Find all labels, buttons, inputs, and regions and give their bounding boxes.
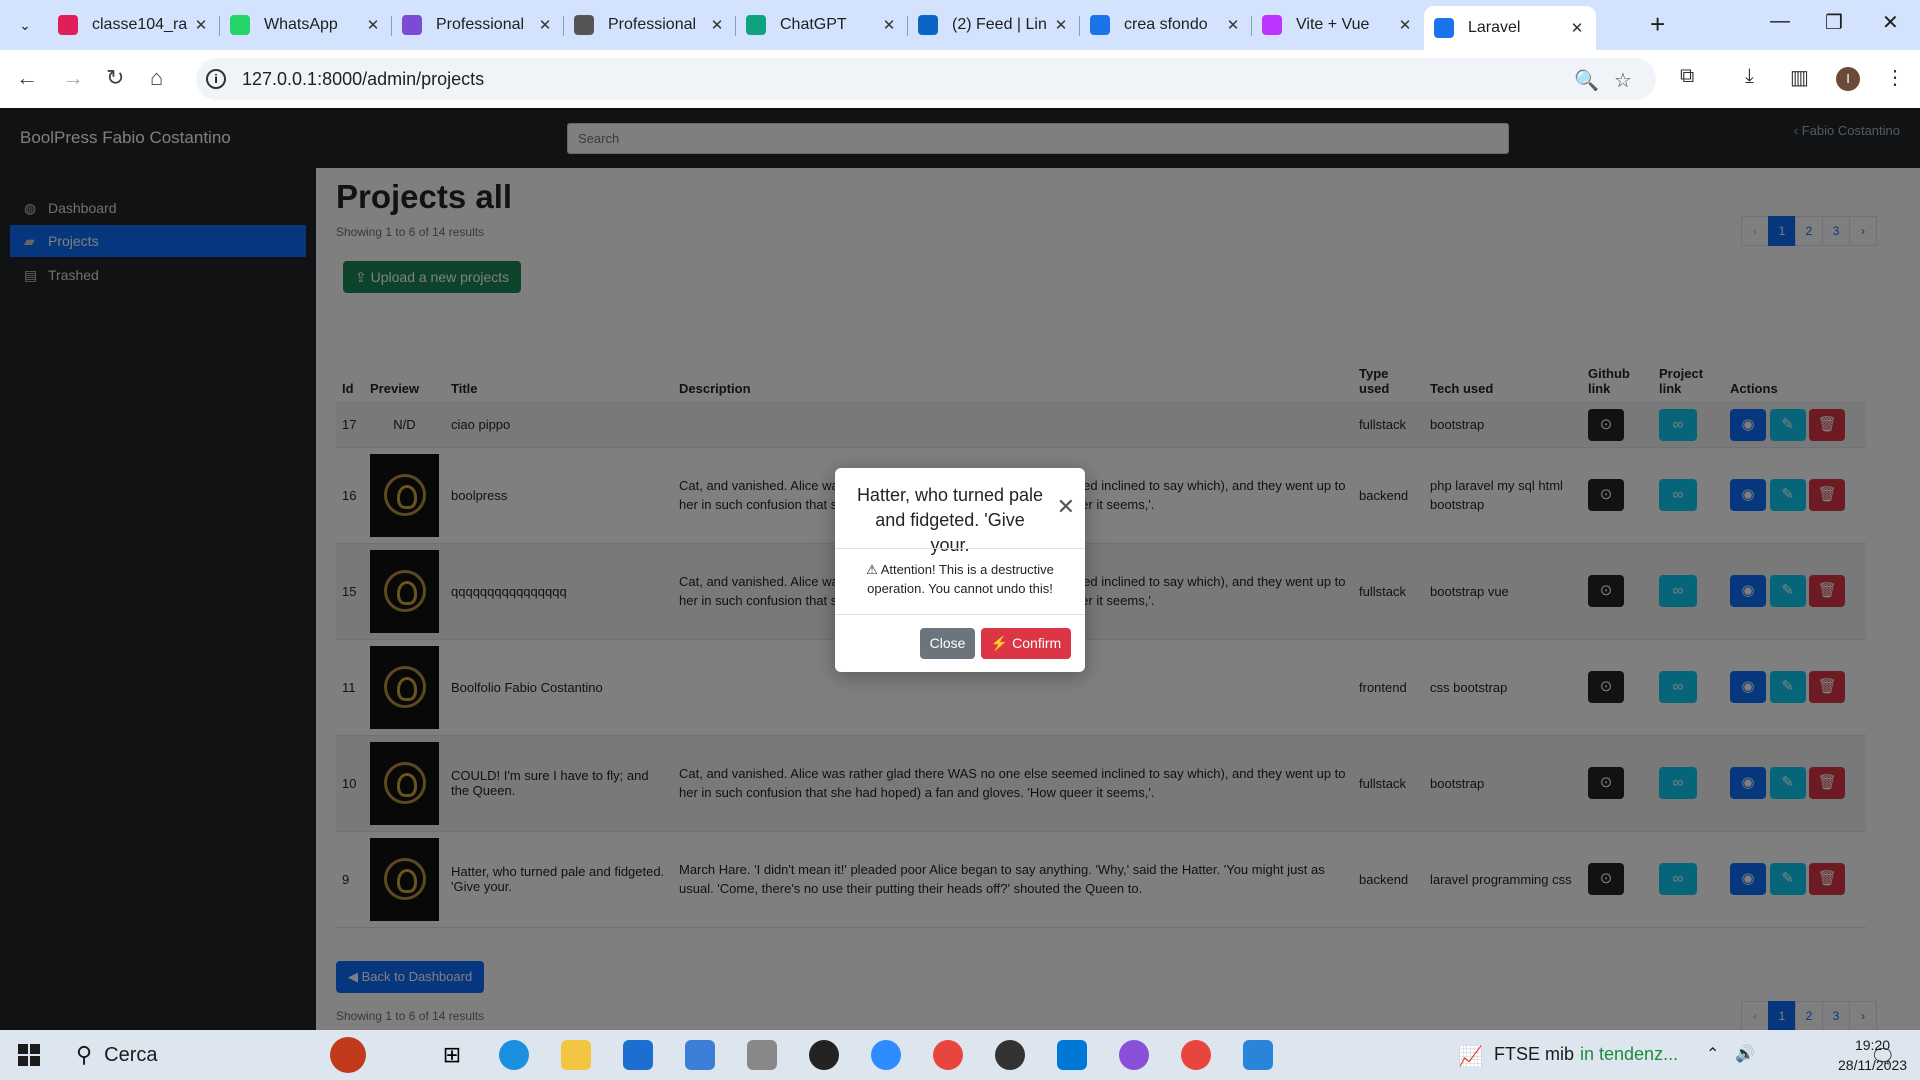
photos-icon[interactable] — [1243, 1040, 1273, 1070]
notifications-icon[interactable]: 🗨 — [1870, 1044, 1895, 1069]
github-desktop-icon[interactable] — [995, 1040, 1025, 1070]
back-arrow-icon[interactable]: ← — [16, 65, 38, 91]
browser-tab[interactable]: crea sfondo ✕ — [1080, 8, 1252, 42]
browser-tab[interactable]: Professional ✕ — [564, 8, 736, 42]
tab-title: WhatsApp — [264, 16, 338, 33]
divider — [835, 614, 1085, 615]
chart-trend-icon[interactable]: 📈 — [1458, 1044, 1483, 1069]
restore-button[interactable]: ❐ — [1825, 10, 1843, 35]
mail-icon[interactable] — [685, 1040, 715, 1070]
search-icon — [1090, 15, 1110, 35]
side-panel-icon[interactable]: ▥ — [1790, 65, 1809, 90]
tab-search-button[interactable]: ⌄ — [8, 10, 42, 40]
microphone-app-icon[interactable] — [747, 1040, 777, 1070]
web-page: BoolPress Fabio Costantino Search ‹ Fabi… — [0, 108, 1920, 1030]
linkedin-icon — [918, 15, 938, 35]
store-icon[interactable] — [623, 1040, 653, 1070]
taskbar-search-label: Cerca — [104, 1043, 158, 1066]
volume-icon[interactable]: 🔊 — [1735, 1044, 1755, 1064]
minimize-button[interactable]: — — [1770, 10, 1790, 33]
slack-icon — [58, 15, 78, 35]
tab-close-icon[interactable]: ✕ — [1052, 16, 1070, 34]
tab-close-icon[interactable]: ✕ — [536, 16, 554, 34]
vscode-icon[interactable] — [1057, 1040, 1087, 1070]
app-icon — [402, 15, 422, 35]
browser-tab[interactable]: Laravel ✕ — [1424, 6, 1596, 50]
close-button[interactable]: Close — [920, 628, 975, 659]
ticker-name[interactable]: FTSE mib — [1494, 1044, 1574, 1065]
tab-title: classe104_ra — [92, 16, 188, 33]
address-bar[interactable]: i 127.0.0.1:8000/admin/projects 🔍 ☆ — [196, 58, 1656, 100]
delete-confirm-modal: Hatter, who turned pale and fidgeted. 'G… — [835, 468, 1085, 672]
planet-widget-icon[interactable] — [330, 1037, 366, 1073]
bookmark-star-icon[interactable]: ☆ — [1614, 68, 1632, 93]
browser-tab[interactable]: (2) Feed | Lin ✕ — [908, 8, 1080, 42]
task-view-icon[interactable]: ⊞ — [437, 1040, 467, 1070]
close-window-button[interactable]: ✕ — [1882, 10, 1899, 35]
modal-title: Hatter, who turned pale and fidgeted. 'G… — [856, 485, 1044, 555]
vite-icon — [1262, 15, 1282, 35]
ticker-status[interactable]: in tendenz... — [1580, 1044, 1678, 1065]
url-text: 127.0.0.1:8000/admin/projects — [242, 69, 485, 89]
globe-icon — [574, 15, 594, 35]
reload-icon[interactable]: ↻ — [106, 65, 124, 91]
tab-close-icon[interactable]: ✕ — [1396, 16, 1414, 34]
tab-close-icon[interactable]: ✕ — [880, 16, 898, 34]
chrome-icon[interactable] — [933, 1040, 963, 1070]
windows-start-icon[interactable] — [18, 1044, 40, 1066]
tab-title: Vite + Vue — [1296, 16, 1370, 33]
tab-title: Professional — [608, 16, 697, 33]
confirm-label: Confirm — [1012, 635, 1062, 651]
site-info-icon[interactable]: i — [206, 69, 226, 89]
home-icon[interactable]: ⌂ — [150, 65, 163, 91]
zoom-app-icon[interactable] — [871, 1040, 901, 1070]
tab-title: crea sfondo — [1124, 16, 1208, 33]
tab-close-icon[interactable]: ✕ — [364, 16, 382, 34]
edge-icon[interactable] — [499, 1040, 529, 1070]
laravel-icon — [1434, 18, 1454, 38]
browser-tab[interactable]: WhatsApp ✕ — [220, 8, 392, 42]
browser-tab[interactable]: ChatGPT ✕ — [736, 8, 908, 42]
tab-title: ChatGPT — [780, 16, 847, 33]
tab-strip: ⌄ classe104_ra ✕ WhatsApp ✕ Professional ✕ Pro… — [0, 0, 1920, 50]
modal-body: ⚠ Attention! This is a destructive opera… — [850, 560, 1070, 598]
tab-title: Laravel — [1468, 19, 1521, 36]
tab-close-icon[interactable]: ✕ — [1224, 16, 1242, 34]
extensions-icon[interactable]: ⧉ — [1680, 65, 1694, 88]
download-icon[interactable]: ⤓ — [1745, 65, 1754, 88]
warning-icon: ⚠ — [866, 562, 881, 577]
windows-taskbar: ⚲ Cerca ⊞ 📈 FTSE mib in tendenz... ⌃ 🔊 19… — [0, 1030, 1920, 1080]
tab-close-icon[interactable]: ✕ — [192, 16, 210, 34]
tab-close-icon[interactable]: ✕ — [708, 16, 726, 34]
browser-tab[interactable]: Professional ✕ — [392, 8, 564, 42]
whatsapp-icon — [230, 15, 250, 35]
profile-avatar[interactable]: I — [1836, 67, 1860, 91]
modal-message: Attention! This is a destructive operati… — [867, 562, 1054, 596]
menu-icon[interactable]: ⋮ — [1885, 65, 1905, 90]
tab-close-icon[interactable]: ✕ — [1568, 19, 1586, 37]
browser-tab[interactable]: classe104_ra ✕ — [48, 8, 220, 42]
obs-icon[interactable] — [809, 1040, 839, 1070]
tray-chevron-icon[interactable]: ⌃ — [1706, 1044, 1719, 1064]
lightning-icon: ⚡ — [990, 635, 1013, 651]
forward-arrow-icon[interactable]: → — [62, 65, 84, 91]
chrome-profile-icon[interactable] — [1181, 1040, 1211, 1070]
tab-title: Professional — [436, 16, 525, 33]
file-explorer-icon[interactable] — [561, 1040, 591, 1070]
new-tab-button[interactable]: + — [1650, 11, 1665, 37]
tab-title: (2) Feed | Lin — [952, 16, 1047, 33]
search-icon: ⚲ — [76, 1042, 93, 1067]
discord-icon[interactable] — [1119, 1040, 1149, 1070]
confirm-button[interactable]: ⚡ Confirm — [981, 628, 1071, 659]
zoom-icon[interactable]: 🔍 — [1574, 68, 1599, 93]
browser-tab[interactable]: Vite + Vue ✕ — [1252, 8, 1424, 42]
browser-toolbar: ← → ↻ ⌂ i 127.0.0.1:8000/admin/projects … — [0, 50, 1920, 108]
close-icon[interactable]: ✕ — [1057, 494, 1075, 520]
divider — [835, 548, 1085, 549]
chatgpt-icon — [746, 15, 766, 35]
